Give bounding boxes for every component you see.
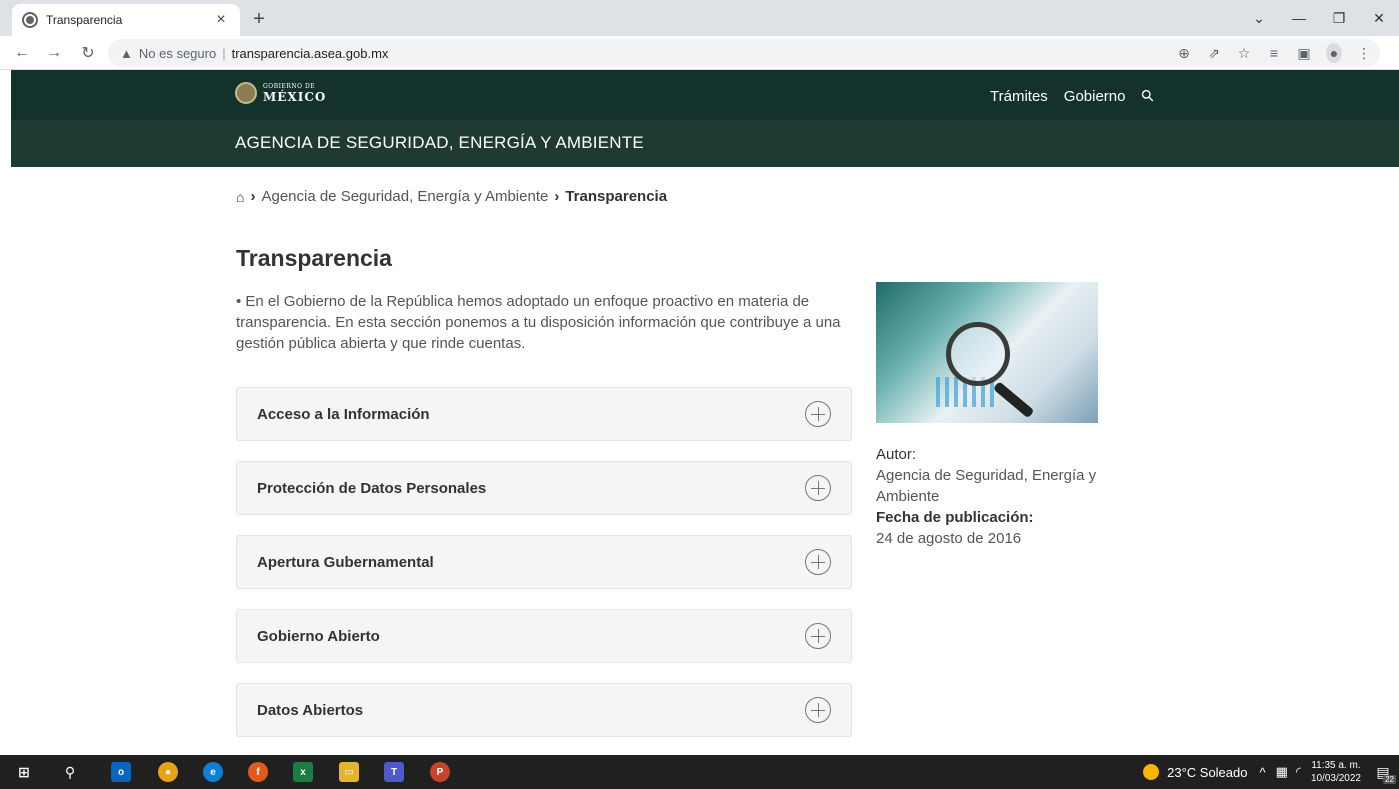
clock[interactable]: 11:35 a. m. 10/03/2022 — [1311, 759, 1361, 785]
browser-tabbar: Transparencia × + ⌄ — ❐ ✕ — [0, 0, 1399, 36]
logo-text: GOBIERNO DE MÉXICO — [263, 83, 326, 104]
plus-circle-icon[interactable] — [805, 549, 831, 575]
plus-circle-icon[interactable] — [805, 623, 831, 649]
magnifier-photo — [876, 282, 1098, 423]
zoom-icon[interactable]: ⊕ — [1176, 45, 1192, 62]
firefox-icon[interactable]: f — [248, 762, 268, 782]
accordion-label: Gobierno Abierto — [257, 627, 380, 645]
network-icon[interactable]: ▦ — [1276, 764, 1288, 780]
teams-icon[interactable]: T — [384, 762, 404, 782]
tab-search-icon[interactable]: ⌄ — [1239, 0, 1279, 36]
accordion-datos-abiertos[interactable]: Datos Abiertos — [236, 683, 852, 737]
plus-circle-icon[interactable] — [805, 401, 831, 427]
reading-list-icon[interactable]: ≡ — [1266, 45, 1282, 61]
magnifying-glass-lens — [946, 322, 1010, 386]
close-window-button[interactable]: ✕ — [1359, 0, 1399, 36]
breadcrumb-item-current: Transparencia — [565, 188, 668, 205]
clock-time: 11:35 a. m. — [1311, 760, 1361, 771]
seal-icon — [235, 82, 257, 104]
chevron-right-icon: › — [554, 188, 560, 205]
plus-circle-icon[interactable] — [805, 697, 831, 723]
accordion-label: Protección de Datos Personales — [257, 479, 487, 497]
publication-meta: Autor: Agencia de Seguridad, Energía y A… — [876, 444, 1136, 549]
nav-tramites[interactable]: Trámites — [990, 88, 1048, 105]
bookmark-star-icon[interactable]: ☆ — [1236, 45, 1252, 62]
chrome-icon[interactable]: ● — [158, 762, 178, 782]
menu-kebab-icon[interactable]: ⋮ — [1356, 45, 1372, 62]
weather-text[interactable]: 23°C Soleado — [1167, 765, 1247, 780]
date-value: 24 de agosto de 2016 — [876, 530, 1022, 547]
minimize-button[interactable]: — — [1279, 0, 1319, 36]
page-title: Transparencia — [236, 245, 392, 271]
search-icon[interactable]: ⚲ — [60, 762, 80, 782]
date-label: Fecha de publicación: — [876, 509, 1034, 526]
logo-big-text: MÉXICO — [263, 89, 327, 104]
accordion-proteccion-datos[interactable]: Protección de Datos Personales — [236, 461, 852, 515]
side-panel-icon[interactable]: ▣ — [1296, 45, 1312, 62]
windows-start-icon[interactable]: ⊞ — [14, 762, 34, 782]
outlook-icon[interactable]: o — [111, 762, 131, 782]
powerpoint-icon[interactable]: P — [430, 762, 450, 782]
accordion-gobierno-abierto[interactable]: Gobierno Abierto — [236, 609, 852, 663]
chevron-right-icon: › — [250, 188, 256, 205]
search-icon[interactable]: ⚲ — [1136, 85, 1158, 107]
share-icon[interactable]: ⇗ — [1206, 45, 1222, 62]
tab-title: Transparencia — [46, 13, 123, 27]
accordion-label: Apertura Gubernamental — [257, 553, 434, 571]
system-tray: 23°C Soleado ^ ▦ ◜ 11:35 a. m. 10/03/202… — [1143, 755, 1399, 789]
intro-body: En el Gobierno de la República hemos ado… — [236, 293, 841, 352]
intro-text: • En el Gobierno de la República hemos a… — [236, 293, 841, 352]
notification-icon[interactable]: ▤ 22 — [1373, 762, 1396, 784]
window-controls: ⌄ — ❐ ✕ — [1239, 0, 1399, 36]
security-label[interactable]: No es seguro — [139, 46, 216, 61]
url-text[interactable]: transparencia.asea.gob.mx — [232, 46, 389, 61]
gob-header: GOBIERNO DE MÉXICO Trámites Gobierno ⚲ — [11, 70, 1399, 120]
excel-icon[interactable]: x — [293, 762, 313, 782]
browser-toolbar: ← → ↻ ▲ No es seguro | transparencia.ase… — [0, 36, 1399, 70]
magnifying-glass-handle — [992, 381, 1035, 419]
profile-avatar-icon[interactable]: ● — [1326, 43, 1342, 63]
address-bar[interactable]: ▲ No es seguro | transparencia.asea.gob.… — [108, 39, 1380, 67]
notification-count: 22 — [1383, 775, 1396, 784]
nav-gobierno[interactable]: Gobierno — [1064, 88, 1126, 105]
logo-small-text: GOBIERNO DE — [263, 82, 316, 90]
sun-weather-icon[interactable] — [1143, 764, 1160, 780]
windows-taskbar: ⊞ ⚲ o ● e f x ▭ T P 23°C Soleado ^ ▦ ◜ 1… — [0, 755, 1399, 789]
restore-button[interactable]: ❐ — [1319, 0, 1359, 36]
edge-icon[interactable]: e — [203, 762, 223, 782]
file-explorer-icon[interactable]: ▭ — [339, 762, 359, 782]
header-nav: Trámites Gobierno ⚲ — [990, 86, 1158, 106]
globe-icon — [22, 12, 38, 28]
back-icon[interactable]: ← — [10, 42, 34, 64]
author-label: Autor: — [876, 446, 917, 463]
clock-date: 10/03/2022 — [1310, 773, 1361, 784]
agency-bar: AGENCIA DE SEGURIDAD, ENERGÍA Y AMBIENTE — [11, 120, 1399, 167]
accordion-label: Datos Abiertos — [257, 701, 364, 719]
author-value: Agencia de Seguridad, Energía y Ambiente — [876, 467, 1097, 505]
plus-circle-icon[interactable] — [805, 475, 831, 501]
accordion-apertura-gubernamental[interactable]: Apertura Gubernamental — [236, 535, 852, 589]
breadcrumb: ⌂ › Agencia de Seguridad, Energía y Ambi… — [236, 188, 667, 205]
address-separator: | — [222, 45, 226, 61]
gob-mexico-logo[interactable]: GOBIERNO DE MÉXICO — [235, 82, 326, 104]
wifi-icon[interactable]: ◜ — [1296, 764, 1301, 780]
omnibox-actions: ⊕ ⇗ ☆ ≡ ▣ ● ⋮ — [1176, 39, 1372, 67]
breadcrumb-item-agency[interactable]: Agencia de Seguridad, Energía y Ambiente — [261, 188, 548, 205]
new-tab-button[interactable]: + — [248, 8, 270, 30]
home-icon[interactable]: ⌂ — [236, 189, 244, 205]
agency-name[interactable]: AGENCIA DE SEGURIDAD, ENERGÍA Y AMBIENTE — [235, 133, 644, 153]
accordion-acceso-informacion[interactable]: Acceso a la Información — [236, 387, 852, 441]
chevron-up-icon[interactable]: ^ — [1259, 765, 1265, 780]
warning-icon[interactable]: ▲ — [120, 46, 133, 61]
reload-icon[interactable]: ↻ — [76, 42, 100, 64]
forward-icon[interactable]: → — [42, 42, 66, 64]
browser-tab[interactable]: Transparencia × — [12, 4, 240, 36]
accordion-label: Acceso a la Información — [257, 405, 430, 423]
tab-close-button[interactable]: × — [212, 11, 230, 29]
